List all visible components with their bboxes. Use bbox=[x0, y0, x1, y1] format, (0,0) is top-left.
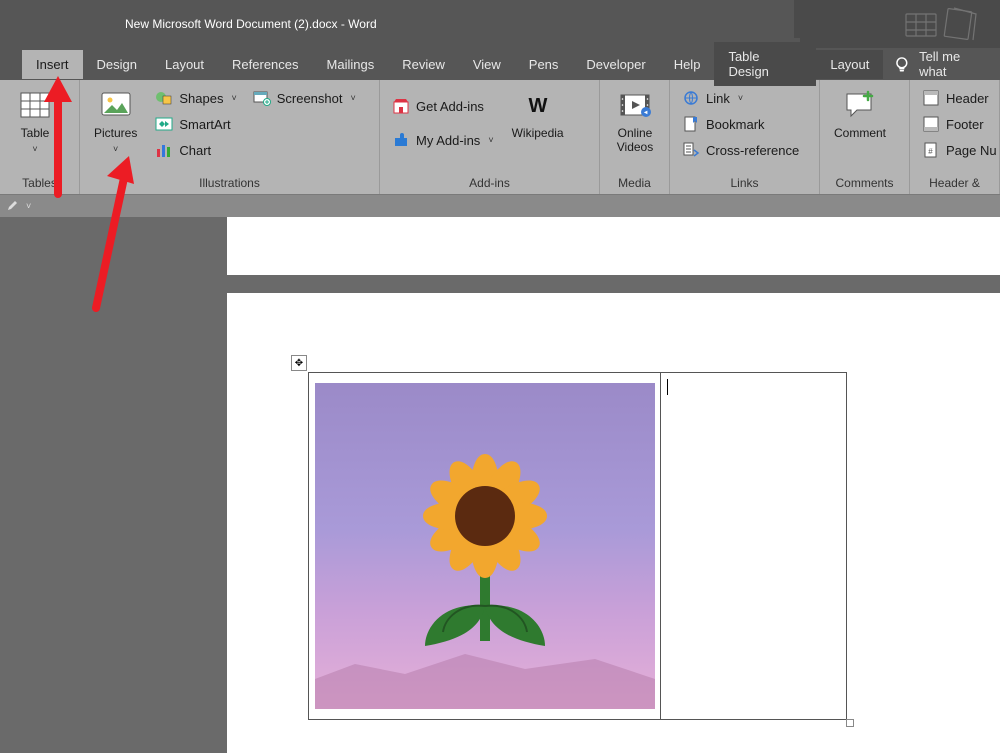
bookmark-button[interactable]: Bookmark bbox=[680, 114, 801, 134]
comment-button[interactable]: Comment bbox=[830, 86, 890, 142]
tabletools-background bbox=[800, 0, 1000, 48]
chevron-down-icon[interactable]: ˅ bbox=[26, 201, 31, 211]
comment-icon bbox=[843, 88, 877, 122]
link-button[interactable]: Link˅ bbox=[680, 88, 801, 108]
tab-developer[interactable]: Developer bbox=[572, 50, 659, 79]
pagenum-icon: # bbox=[922, 141, 940, 159]
tab-insert[interactable]: Insert bbox=[22, 50, 83, 79]
store-icon bbox=[392, 97, 410, 115]
group-headerfooter: Header Footer # Page Nu Header & bbox=[910, 80, 1000, 194]
chart-icon bbox=[155, 141, 173, 159]
table[interactable]: ✥ bbox=[308, 372, 847, 720]
tab-help[interactable]: Help bbox=[660, 50, 715, 79]
get-addins-button[interactable]: Get Add-ins bbox=[390, 96, 496, 116]
smartart-label: SmartArt bbox=[179, 117, 230, 132]
document-title: New Microsoft Word Document (2).docx - W… bbox=[125, 17, 377, 31]
screenshot-label: Screenshot bbox=[277, 91, 343, 106]
pencil-icon[interactable] bbox=[6, 200, 18, 212]
group-links: Link˅ Bookmark Cross-reference Links bbox=[670, 80, 820, 194]
bookmark-icon bbox=[682, 115, 700, 133]
online-videos-button[interactable]: Online Videos bbox=[610, 86, 660, 157]
table-move-handle[interactable]: ✥ bbox=[291, 355, 307, 371]
wikipedia-button[interactable]: W Wikipedia bbox=[508, 86, 568, 142]
tell-me-search[interactable]: Tell me what bbox=[883, 49, 1000, 79]
tab-design[interactable]: Design bbox=[83, 50, 151, 79]
header-icon bbox=[922, 89, 940, 107]
svg-text:W: W bbox=[528, 95, 547, 115]
group-links-label: Links bbox=[670, 174, 819, 194]
video-icon bbox=[618, 88, 652, 122]
shapes-label: Shapes bbox=[179, 91, 223, 106]
table-resize-handle[interactable] bbox=[846, 719, 854, 727]
wikipedia-icon: W bbox=[521, 88, 555, 122]
tab-layout[interactable]: Layout bbox=[151, 50, 218, 79]
comment-label: Comment bbox=[834, 126, 886, 140]
pictures-button[interactable]: Pictures bbox=[90, 86, 141, 156]
document-area: ✥ bbox=[227, 217, 1000, 753]
bookmark-label: Bookmark bbox=[706, 117, 765, 132]
link-icon bbox=[682, 89, 700, 107]
smartart-button[interactable]: SmartArt bbox=[153, 114, 238, 134]
tabletools-decor-icon bbox=[904, 6, 992, 42]
svg-text:#: # bbox=[928, 147, 933, 156]
shapes-icon bbox=[155, 89, 173, 107]
group-comments-label: Comments bbox=[820, 174, 909, 194]
lightbulb-icon bbox=[893, 55, 911, 73]
chart-label: Chart bbox=[179, 143, 211, 158]
footer-label: Footer bbox=[946, 117, 984, 132]
picture-icon bbox=[99, 88, 133, 122]
group-media-label: Media bbox=[600, 174, 669, 194]
tab-layout2[interactable]: Layout bbox=[816, 50, 883, 79]
page[interactable]: ✥ bbox=[227, 217, 1000, 753]
inserted-picture[interactable] bbox=[315, 383, 655, 709]
tab-references[interactable]: References bbox=[218, 50, 312, 79]
group-media: Online Videos Media bbox=[600, 80, 670, 194]
tab-review[interactable]: Review bbox=[388, 50, 459, 79]
screenshot-icon bbox=[253, 89, 271, 107]
pagenum-label: Page Nu bbox=[946, 143, 997, 158]
group-comments: Comment Comments bbox=[820, 80, 910, 194]
wikipedia-label: Wikipedia bbox=[512, 126, 564, 140]
get-addins-label: Get Add-ins bbox=[416, 99, 484, 114]
annotation-arrow-pictures bbox=[74, 150, 154, 310]
screenshot-button[interactable]: Screenshot˅ bbox=[251, 88, 358, 108]
ribbon-tabs: Insert Design Layout References Mailings… bbox=[0, 48, 1000, 80]
tab-pens[interactable]: Pens bbox=[515, 50, 573, 79]
my-addins-button[interactable]: My Add-ins˅ bbox=[390, 130, 496, 150]
addins-icon bbox=[392, 131, 410, 149]
text-cursor bbox=[667, 379, 668, 395]
crossref-icon bbox=[682, 141, 700, 159]
crossref-label: Cross-reference bbox=[706, 143, 799, 158]
group-headerfooter-label: Header & bbox=[910, 174, 999, 194]
chevron-down-icon bbox=[32, 144, 37, 154]
table-cell-left[interactable] bbox=[309, 373, 661, 719]
table-cell-right[interactable] bbox=[661, 373, 846, 719]
pagenum-button[interactable]: # Page Nu bbox=[920, 140, 999, 160]
group-addins-label: Add-ins bbox=[380, 174, 599, 194]
tab-mailings[interactable]: Mailings bbox=[313, 50, 389, 79]
tell-me-label: Tell me what bbox=[919, 49, 990, 79]
my-addins-label: My Add-ins bbox=[416, 133, 480, 148]
chart-button[interactable]: Chart bbox=[153, 140, 238, 160]
tab-view[interactable]: View bbox=[459, 50, 515, 79]
smartart-icon bbox=[155, 115, 173, 133]
crossref-button[interactable]: Cross-reference bbox=[680, 140, 801, 160]
group-addins: Get Add-ins My Add-ins˅ W Wikipedia Add-… bbox=[380, 80, 600, 194]
header-label: Header bbox=[946, 91, 989, 106]
footer-button[interactable]: Footer bbox=[920, 114, 999, 134]
page-gap bbox=[227, 275, 1000, 293]
online-videos-label: Online Videos bbox=[617, 126, 653, 155]
sunflower-icon bbox=[385, 426, 585, 666]
footer-icon bbox=[922, 115, 940, 133]
link-label: Link bbox=[706, 91, 730, 106]
pictures-label: Pictures bbox=[94, 126, 137, 140]
header-button[interactable]: Header bbox=[920, 88, 999, 108]
shapes-button[interactable]: Shapes˅ bbox=[153, 88, 238, 108]
